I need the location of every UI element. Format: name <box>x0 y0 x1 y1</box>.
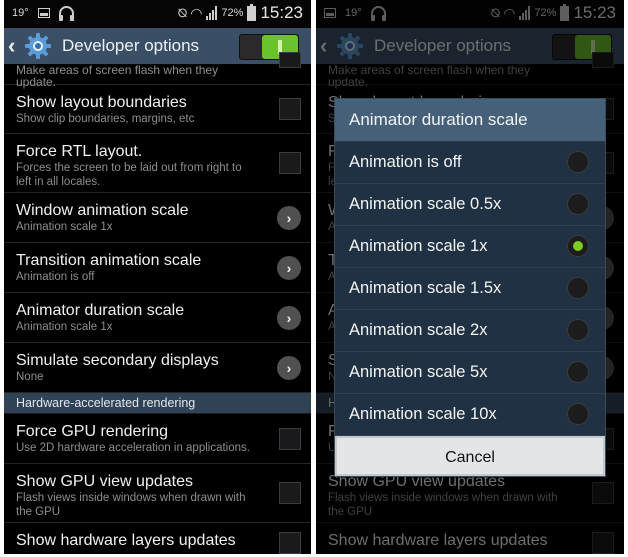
radio-button[interactable] <box>567 193 589 215</box>
option-label: Animation scale 5x <box>349 363 488 381</box>
status-right: ⦰ ◠ 72% 15:23 <box>178 3 303 23</box>
wifi-icon: ◠ <box>190 4 203 21</box>
list-item[interactable]: Transition animation scale Animation is o… <box>4 243 311 293</box>
radio-button[interactable] <box>567 277 589 299</box>
list-item-title: Show layout boundaries <box>16 94 187 111</box>
list-item-title: Force GPU rendering <box>16 423 169 440</box>
chevron-right-icon[interactable]: › <box>277 356 301 380</box>
status-left: 19° <box>12 6 74 21</box>
radio-button[interactable] <box>567 235 589 257</box>
list-item-subtitle: Show clip boundaries, margins, etc <box>16 113 195 125</box>
signal-icon <box>206 6 218 20</box>
temperature: 19° <box>12 6 29 19</box>
list-item[interactable]: Window animation scale Animation scale 1x… <box>4 193 311 243</box>
dialog-option[interactable]: Animation scale 2x <box>335 310 605 352</box>
dialog-option[interactable]: Animation scale 5x <box>335 352 605 394</box>
dialog-option[interactable]: Animation is off <box>335 142 605 184</box>
checkbox[interactable] <box>279 52 301 68</box>
list-item-subtitle: Animation scale 1x <box>16 321 113 333</box>
list-item[interactable]: Animator duration scale Animation scale 1… <box>4 293 311 343</box>
option-label: Animation is off <box>349 153 462 171</box>
back-icon[interactable]: ‹ <box>8 33 15 59</box>
checkbox[interactable] <box>279 482 301 504</box>
list-item-title: Window animation scale <box>16 202 189 219</box>
list-item[interactable]: Force GPU rendering Use 2D hardware accel… <box>4 414 311 464</box>
dialog-option[interactable]: Animation scale 1.5x <box>335 268 605 310</box>
list-item-partial[interactable]: Make areas of screen flash when they upd… <box>4 52 311 88</box>
list-item-subtitle: Animation is off <box>16 271 95 283</box>
settings-list: Make areas of screen flash when they upd… <box>4 52 311 554</box>
list-item-subtitle: Flash views inside windows when drawn wi… <box>16 492 246 518</box>
list-item-title: Animator duration scale <box>16 302 185 319</box>
dialog-title: Animator duration scale <box>335 99 605 142</box>
dialog-option[interactable]: Animation scale 10x <box>335 394 605 436</box>
chevron-right-icon[interactable]: › <box>277 206 301 230</box>
dialog-option[interactable]: Animation scale 0.5x <box>335 184 605 226</box>
animator-duration-dialog: Animator duration scale Animation is off A… <box>334 98 606 477</box>
list-item-title: Force RTL layout. <box>16 143 143 160</box>
section-header: Hardware-accelerated rendering <box>4 393 311 414</box>
clock: 15:23 <box>260 3 303 22</box>
screen-left: 19° ⦰ ◠ 72% 15:23 ‹ Developer options Ma… <box>4 0 311 554</box>
page-title: Developer options <box>62 36 200 55</box>
option-label: Animation scale 1x <box>349 237 488 255</box>
option-label: Animation scale 0.5x <box>349 195 502 213</box>
option-label: Animation scale 1.5x <box>349 279 502 297</box>
action-bar: ‹ Developer options <box>4 28 311 64</box>
list-item-subtitle: Animation scale 1x <box>16 221 113 233</box>
list-item[interactable]: Force RTL layout. Forces the screen to be… <box>4 134 311 193</box>
gear-icon <box>25 33 51 59</box>
radio-button[interactable] <box>567 319 589 341</box>
battery-percent: 72% <box>221 7 244 19</box>
radio-button[interactable] <box>567 361 589 383</box>
list-item-title: Show GPU view updates <box>16 473 193 490</box>
checkbox[interactable] <box>279 428 301 450</box>
dialog-option[interactable]: Animation scale 1x <box>335 226 605 268</box>
battery-icon <box>247 3 257 21</box>
list-item-subtitle: Use 2D hardware acceleration in applicat… <box>16 442 250 454</box>
radio-button[interactable] <box>567 403 589 425</box>
list-item[interactable]: Show GPU view updates Flash views inside … <box>4 464 311 523</box>
list-item-title: Show hardware layers updates <box>16 532 236 549</box>
option-label: Animation scale 10x <box>349 405 497 423</box>
list-item-subtitle: None <box>16 371 44 383</box>
list-item-title: Simulate secondary displays <box>16 352 219 369</box>
status-bar: 19° ⦰ ◠ 72% 15:23 <box>4 0 311 28</box>
checkbox[interactable] <box>279 152 301 174</box>
list-item[interactable]: Show layout boundaries Show clip boundari… <box>4 85 311 134</box>
checkbox[interactable] <box>279 532 301 554</box>
gallery-notification-icon <box>37 7 50 18</box>
list-item[interactable]: Show hardware layers updates <box>4 523 311 554</box>
checkbox[interactable] <box>279 98 301 120</box>
screen-right: 19° ⦰ ◠ 72% 15:23 ‹ <box>316 0 624 554</box>
list-item-title: Transition animation scale <box>16 252 202 269</box>
list-item-subtitle: Forces the screen to be laid out from ri… <box>16 162 242 188</box>
chevron-right-icon[interactable]: › <box>277 306 301 330</box>
radio-button[interactable] <box>567 151 589 173</box>
headphones-icon <box>58 6 74 21</box>
vibrate-mute-icon: ⦰ <box>177 5 188 20</box>
chevron-right-icon[interactable]: › <box>277 256 301 280</box>
cancel-button[interactable]: Cancel <box>335 436 605 476</box>
option-label: Animation scale 2x <box>349 321 488 339</box>
list-item[interactable]: Simulate secondary displays None › <box>4 343 311 393</box>
